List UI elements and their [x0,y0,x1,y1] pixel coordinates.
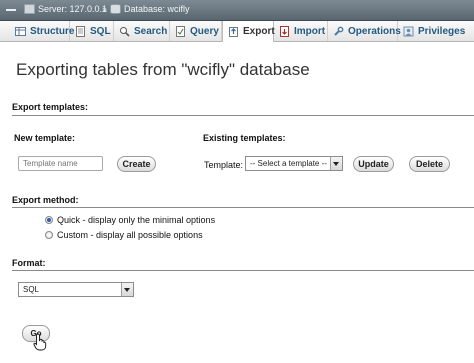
tab-label: Privileges [418,25,466,37]
tab-label: SQL [90,25,111,37]
breadcrumb-database-label[interactable]: Database: wcifly [124,4,190,14]
database-icon [110,4,121,14]
breadcrumb-server-label[interactable]: Server: 127.0.0.1 [38,4,107,14]
query-icon [175,25,186,37]
section-divider [12,207,474,208]
delete-button[interactable]: Delete [409,156,450,172]
tab-bar: Structure SQL Search Query Export Import [0,21,474,42]
import-icon [279,25,290,37]
structure-icon [15,26,26,37]
quick-export-radio[interactable] [45,216,53,224]
quick-export-label[interactable]: Quick - display only the minimal options [57,215,215,225]
custom-export-label[interactable]: Custom - display all possible options [57,230,203,240]
tab-label: Structure [30,25,75,37]
template-name-input[interactable] [18,156,103,171]
tab-export[interactable]: Export [222,21,275,42]
tab-operations[interactable]: Operations [328,21,401,41]
tab-label: Import [294,25,326,37]
tab-label: Search [134,25,168,37]
section-divider [12,270,474,271]
template-select-value: -- Select a template -- [250,159,327,168]
privileges-icon [403,26,414,37]
new-template-label: New template: [14,133,76,143]
wrench-icon [333,26,344,37]
breadcrumb-server[interactable]: Server: 127.0.0.1 [24,4,107,14]
tab-structure[interactable]: Structure [10,21,74,41]
sql-icon [75,25,86,37]
template-select[interactable]: -- Select a template -- [245,156,343,171]
search-icon [119,26,130,37]
breadcrumb: Server: 127.0.0.1 » Database: wcifly [0,0,474,21]
format-heading: Format: [12,258,46,268]
tab-privileges[interactable]: Privileges [398,21,474,41]
create-button[interactable]: Create [117,156,156,172]
existing-templates-label: Existing templates: [203,133,286,143]
page-title: Exporting tables from "wcifly" database [16,60,310,79]
window-minimize-icon[interactable] [6,9,16,11]
format-select[interactable]: SQL [18,282,134,297]
breadcrumb-separator: » [102,4,108,14]
tab-import[interactable]: Import [274,21,328,41]
hand-cursor-icon [33,333,47,351]
chevron-down-icon[interactable] [121,283,133,296]
breadcrumb-database[interactable]: Database: wcifly [110,4,190,14]
export-templates-heading: Export templates: [12,102,89,112]
tab-label: Query [190,25,219,37]
tab-search[interactable]: Search [114,21,170,41]
format-select-value: SQL [23,285,40,294]
tab-query[interactable]: Query [170,21,222,41]
export-method-heading: Export method: [12,195,79,205]
server-icon [24,4,35,14]
section-divider [12,115,474,116]
update-button[interactable]: Update [353,156,394,172]
template-label: Template: [204,160,244,170]
tab-label: Export [243,26,275,37]
export-icon [228,26,239,37]
custom-export-radio[interactable] [45,231,53,239]
tab-label: Operations [348,25,401,37]
tab-sql[interactable]: SQL [70,21,114,41]
chevron-down-icon[interactable] [330,157,342,170]
